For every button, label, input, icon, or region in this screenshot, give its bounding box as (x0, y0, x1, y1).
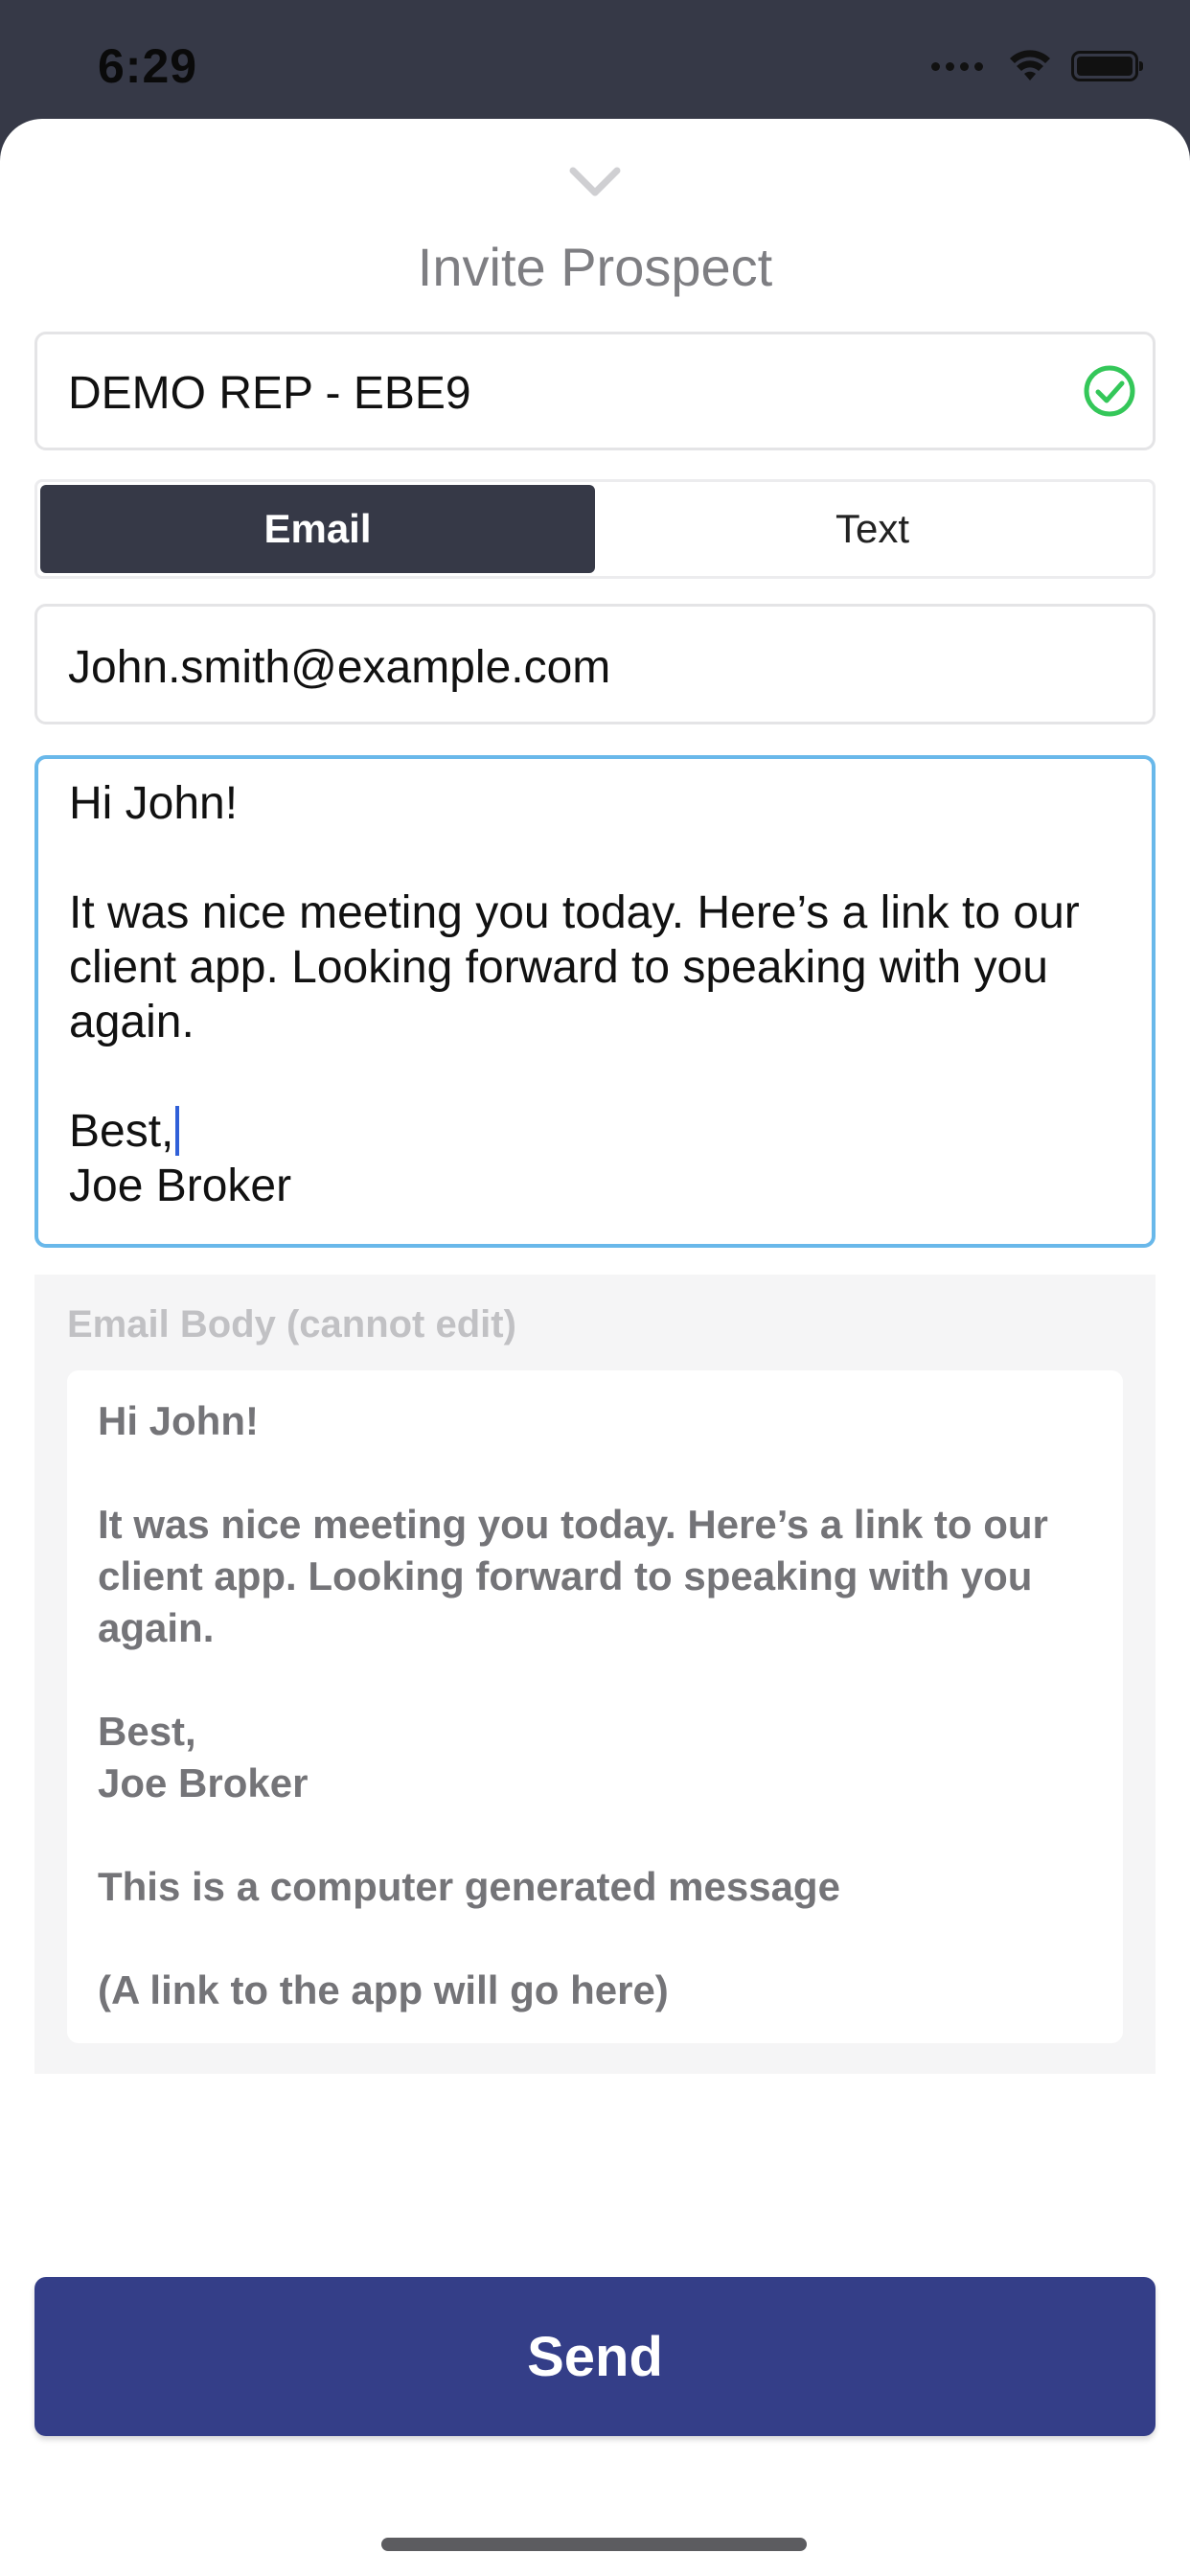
preview-card: Hi John! It was nice meeting you today. … (67, 1370, 1123, 2043)
check-circle-icon (1084, 365, 1135, 417)
page-title: Invite Prospect (417, 237, 773, 297)
chevron-down-icon[interactable] (569, 167, 621, 197)
send-button[interactable]: Send (34, 2277, 1156, 2436)
battery-icon (1071, 51, 1143, 81)
home-indicator[interactable] (381, 2538, 807, 2551)
message-body-after-cursor: Joe Broker (69, 1161, 292, 1211)
email-preview-section: Email Body (cannot edit) Hi John! It was… (34, 1275, 1156, 2074)
email-value: John.smith@example.com (68, 642, 611, 693)
channel-segmented-control: Email Text (34, 479, 1156, 579)
message-body-before-cursor: Hi John! It was nice meeting you today. … (69, 778, 1080, 1157)
preview-body: Hi John! It was nice meeting you today. … (98, 1398, 1048, 2012)
invite-sheet: Invite Prospect DEMO REP - EBE9 Email Te… (0, 119, 1190, 2576)
email-field[interactable]: John.smith@example.com (34, 604, 1156, 724)
message-text: Hi John! It was nice meeting you today. … (69, 776, 1129, 1213)
tab-email[interactable]: Email (40, 485, 595, 573)
status-icons (931, 50, 1143, 82)
rep-select-field[interactable]: DEMO REP - EBE9 (34, 332, 1156, 450)
cellular-signal-icon (931, 61, 983, 71)
wifi-icon (1010, 50, 1050, 80)
preview-label: Email Body (cannot edit) (67, 1303, 516, 1346)
status-bar: 6:29 (0, 0, 1190, 125)
rep-value: DEMO REP - EBE9 (68, 368, 471, 419)
status-time: 6:29 (98, 39, 198, 93)
text-cursor (175, 1106, 180, 1156)
message-textarea[interactable]: Hi John! It was nice meeting you today. … (34, 755, 1156, 1248)
tab-text[interactable]: Text (595, 485, 1150, 573)
